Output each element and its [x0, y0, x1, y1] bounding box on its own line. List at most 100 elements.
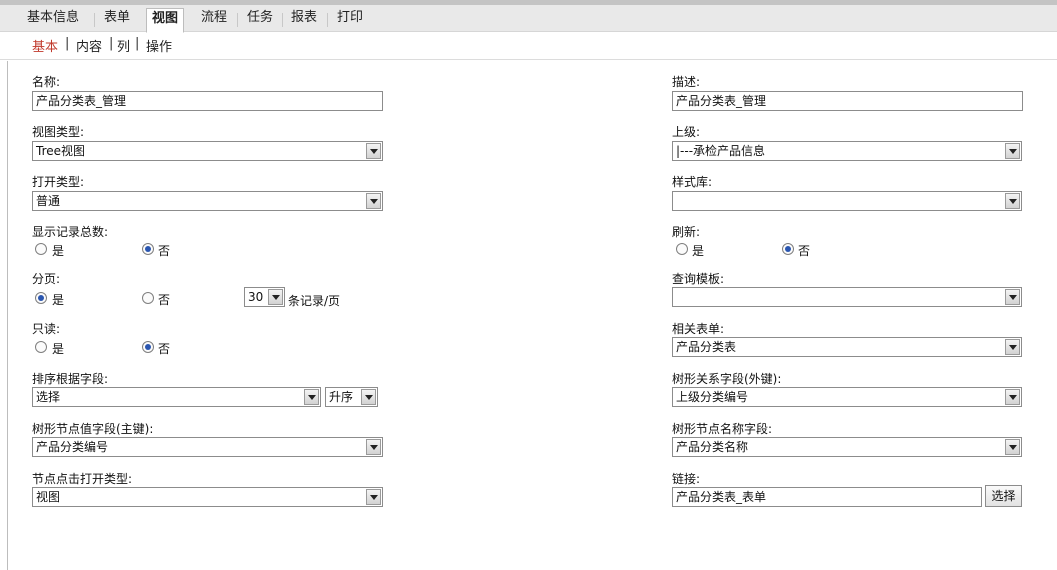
desc-input[interactable]: 产品分类表_管理: [672, 91, 1023, 111]
show-total-label: 显示记录总数:: [32, 225, 109, 239]
readonly-yes-radio[interactable]: [35, 341, 47, 353]
dropdown-arrow-icon: [366, 489, 381, 505]
dropdown-arrow-icon: [366, 143, 381, 159]
tab-flow[interactable]: 流程: [201, 8, 227, 31]
sort-order-value: 升序: [329, 390, 354, 404]
subtab-columns[interactable]: 列: [117, 36, 130, 55]
show-total-yes-radio[interactable]: [35, 243, 47, 255]
style-lib-select[interactable]: [672, 191, 1022, 211]
name-label: 名称:: [32, 75, 61, 89]
tab-separator: [237, 13, 238, 27]
refresh-label: 刷新:: [672, 225, 701, 239]
related-form-label: 相关表单:: [672, 322, 725, 336]
readonly-label: 只读:: [32, 322, 61, 336]
tree-name-value: 产品分类名称: [676, 440, 749, 454]
view-type-select[interactable]: Tree视图: [32, 141, 383, 161]
tab-separator: [282, 13, 283, 27]
tab-separator: [94, 13, 95, 27]
page-size-suffix: 条记录/页: [288, 294, 341, 308]
page-size-select[interactable]: 30: [244, 287, 285, 307]
name-input[interactable]: 产品分类表_管理: [32, 91, 383, 111]
parent-value: |---承检产品信息: [676, 144, 766, 158]
dropdown-arrow-icon: [366, 439, 381, 455]
radio-no-label: 否: [158, 293, 171, 307]
sort-field-label: 排序根据字段:: [32, 372, 109, 386]
show-total-no-radio[interactable]: [142, 243, 154, 255]
refresh-no-radio[interactable]: [782, 243, 794, 255]
node-click-value: 视图: [36, 490, 61, 504]
query-template-label: 查询模板:: [672, 272, 725, 286]
query-template-select[interactable]: [672, 287, 1022, 307]
paging-yes-radio[interactable]: [35, 292, 47, 304]
subtab-content[interactable]: 内容: [76, 36, 102, 55]
tree-relation-value: 上级分类编号: [676, 390, 749, 404]
dropdown-arrow-icon: [304, 389, 319, 405]
sort-field-value: 选择: [36, 390, 61, 404]
node-click-select[interactable]: 视图: [32, 487, 383, 507]
link-input[interactable]: 产品分类表_表单: [672, 487, 982, 507]
page-size-value: 30: [248, 290, 264, 304]
readonly-no-radio[interactable]: [142, 341, 154, 353]
tab-basic-info[interactable]: 基本信息: [27, 8, 79, 31]
sub-tab-bar: 基本 | 内容 | 列 | 操作: [0, 33, 1057, 60]
content-left-border: [7, 61, 8, 570]
sort-order-select[interactable]: 升序: [325, 387, 378, 407]
link-label: 链接:: [672, 472, 701, 486]
related-form-select[interactable]: 产品分类表: [672, 337, 1022, 357]
tree-name-select[interactable]: 产品分类名称: [672, 437, 1022, 457]
tree-relation-select[interactable]: 上级分类编号: [672, 387, 1022, 407]
tab-view[interactable]: 视图: [146, 8, 185, 33]
node-click-label: 节点点击打开类型:: [32, 472, 133, 486]
radio-no-label: 否: [158, 342, 171, 356]
main-tab-bar: 基本信息 表单 视图 流程 任务 报表 打印: [0, 5, 1057, 33]
paging-no-radio[interactable]: [142, 292, 154, 304]
subtab-actions[interactable]: 操作: [146, 36, 172, 55]
refresh-radio-group: 是 否: [676, 242, 876, 258]
dropdown-arrow-icon: [1005, 289, 1020, 305]
dropdown-arrow-icon: [1005, 439, 1020, 455]
tab-form[interactable]: 表单: [104, 8, 130, 31]
dropdown-arrow-icon: [1005, 193, 1020, 209]
subtab-basic[interactable]: 基本: [32, 36, 58, 55]
open-type-value: 普通: [36, 194, 61, 208]
paging-label: 分页:: [32, 272, 61, 286]
subtab-separator: |: [135, 36, 140, 51]
tree-value-field-value: 产品分类编号: [36, 440, 109, 454]
paging-radio-group: 是 否: [35, 291, 235, 307]
show-total-radio-group: 是 否: [35, 242, 235, 258]
subtab-separator: |: [65, 36, 70, 51]
parent-label: 上级:: [672, 125, 701, 139]
refresh-yes-radio[interactable]: [676, 243, 688, 255]
tab-print[interactable]: 打印: [337, 8, 363, 31]
dropdown-arrow-icon: [361, 389, 376, 405]
dropdown-arrow-icon: [1005, 389, 1020, 405]
subtab-separator: |: [109, 36, 114, 51]
radio-yes-label: 是: [52, 342, 65, 356]
tab-report[interactable]: 报表: [291, 8, 317, 31]
related-form-value: 产品分类表: [676, 340, 737, 354]
style-lib-label: 样式库:: [672, 175, 713, 189]
radio-yes-label: 是: [52, 244, 65, 258]
tab-separator: [327, 13, 328, 27]
tab-task[interactable]: 任务: [247, 8, 273, 31]
tree-name-label: 树形节点名称字段:: [672, 422, 773, 436]
readonly-radio-group: 是 否: [35, 340, 235, 356]
sort-field-select[interactable]: 选择: [32, 387, 321, 407]
parent-select[interactable]: |---承检产品信息: [672, 141, 1022, 161]
dropdown-arrow-icon: [268, 289, 283, 305]
open-type-label: 打开类型:: [32, 175, 85, 189]
view-type-value: Tree视图: [36, 144, 86, 158]
radio-yes-label: 是: [52, 293, 65, 307]
dropdown-arrow-icon: [1005, 339, 1020, 355]
link-select-button[interactable]: 选择: [985, 485, 1022, 507]
dropdown-arrow-icon: [366, 193, 381, 209]
radio-no-label: 否: [158, 244, 171, 258]
open-type-select[interactable]: 普通: [32, 191, 383, 211]
radio-no-label: 否: [798, 244, 811, 258]
tree-value-field-label: 树形节点值字段(主键):: [32, 422, 154, 436]
radio-yes-label: 是: [692, 244, 705, 258]
tree-relation-label: 树形关系字段(外键):: [672, 372, 782, 386]
dropdown-arrow-icon: [1005, 143, 1020, 159]
view-type-label: 视图类型:: [32, 125, 85, 139]
tree-value-field-select[interactable]: 产品分类编号: [32, 437, 383, 457]
